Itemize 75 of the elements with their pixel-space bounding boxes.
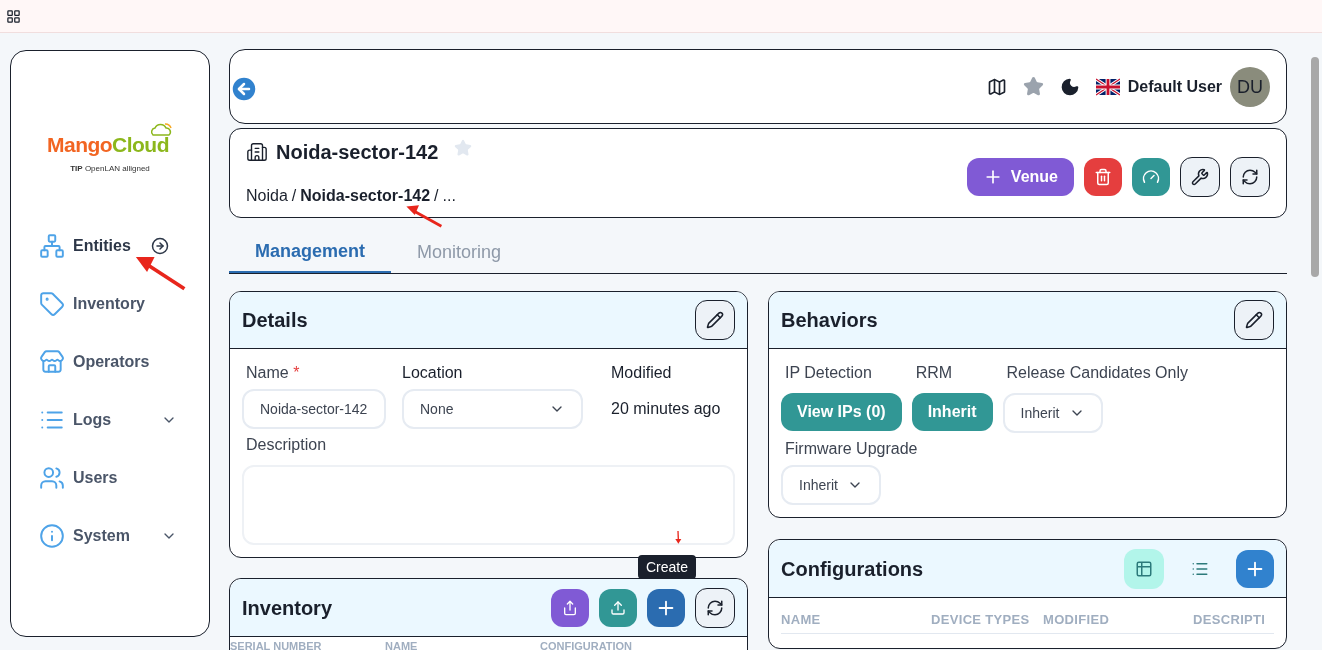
- edit-button[interactable]: [1234, 300, 1274, 340]
- user-name[interactable]: Default User: [1127, 74, 1222, 99]
- upload-button[interactable]: [599, 588, 637, 627]
- rrm-inherit-button[interactable]: Inherit: [911, 393, 993, 431]
- field-label: IP Detection: [785, 363, 873, 383]
- pencil-icon: [706, 311, 724, 329]
- edit-button[interactable]: [695, 300, 735, 340]
- field-label: Name *: [246, 363, 301, 383]
- field-label: Location: [402, 363, 464, 383]
- card-title: Configurations: [781, 556, 924, 582]
- uk-flag-icon[interactable]: [1095, 77, 1120, 96]
- arrow-right-icon[interactable]: [150, 236, 169, 255]
- card-title: Inventory: [242, 595, 333, 621]
- avatar[interactable]: DU: [1230, 66, 1270, 107]
- wrench-icon: [1191, 168, 1209, 186]
- pencil-icon: [1245, 311, 1263, 329]
- info-icon: [39, 522, 65, 549]
- tab[interactable]: Monitoring: [391, 231, 528, 273]
- tab[interactable]: Management: [229, 231, 392, 273]
- field-label: Firmware Upgrade: [785, 439, 919, 459]
- dropdown[interactable]: Inherit: [1002, 393, 1103, 433]
- dropdown[interactable]: Inherit: [781, 465, 881, 505]
- breadcrumb-separator: /: [434, 186, 439, 206]
- export-button[interactable]: [551, 588, 589, 627]
- table-icon: [1135, 559, 1153, 578]
- table-view-button[interactable]: [1124, 548, 1164, 589]
- dropdown[interactable]: None: [402, 389, 583, 429]
- card-title: Details: [242, 308, 308, 333]
- breadcrumb-item[interactable]: Noida: [246, 184, 288, 208]
- refresh-icon: [1241, 168, 1259, 186]
- breadcrumb-separator: /: [291, 186, 297, 206]
- sidebar-item[interactable]: Inventory: [39, 288, 181, 319]
- create-button[interactable]: [647, 588, 685, 627]
- building-icon: [246, 141, 268, 163]
- map-icon[interactable]: [986, 76, 1007, 97]
- trash-icon: [1094, 168, 1112, 186]
- sidebar-item[interactable]: Operators: [39, 346, 181, 377]
- entity-title: Noida-sector-142: [276, 140, 439, 165]
- dashboard-button[interactable]: [1132, 158, 1170, 196]
- store-icon: [39, 348, 65, 375]
- modified-value: 20 minutes ago: [611, 399, 722, 419]
- create-button[interactable]: [1236, 549, 1274, 588]
- sidebar-item[interactable]: Entities: [39, 230, 181, 261]
- users-icon: [39, 464, 65, 491]
- refresh-icon: [706, 598, 724, 617]
- field-label: Description: [246, 435, 328, 455]
- tooltip: Create: [638, 555, 697, 579]
- sidebar-item[interactable]: Users: [39, 462, 181, 493]
- star-icon[interactable]: [1022, 76, 1044, 97]
- breadcrumb-item: ...: [442, 186, 456, 206]
- favorite-star-icon[interactable]: [454, 139, 473, 157]
- upload-icon: [610, 599, 626, 616]
- refresh-button[interactable]: [1230, 157, 1270, 197]
- view-ips-button[interactable]: View IPs (0): [781, 393, 902, 431]
- card-title: Behaviors: [781, 308, 878, 333]
- tag-icon: [39, 290, 65, 317]
- wrench-button[interactable]: [1180, 157, 1220, 197]
- hierarchy-icon: [39, 232, 65, 259]
- logo: MangoCloud: [47, 121, 173, 161]
- delete-button[interactable]: [1084, 158, 1122, 196]
- sidebar-item[interactable]: Logs: [39, 404, 181, 435]
- field-label: RRM: [915, 363, 954, 383]
- apps-grid-icon[interactable]: [6, 8, 21, 24]
- sidebar-item[interactable]: System: [39, 520, 181, 551]
- name-field[interactable]: Noida-sector-142: [242, 389, 386, 429]
- gauge-icon: [1142, 168, 1160, 186]
- logo-tagline: TIP OpenLAN alligned: [70, 162, 150, 175]
- share-icon: [562, 599, 578, 616]
- moon-icon[interactable]: [1059, 76, 1080, 97]
- add-venue-button[interactable]: Venue: [966, 158, 1074, 196]
- field-label: Modified: [611, 363, 673, 383]
- field-label: Release Candidates Only: [1006, 363, 1188, 383]
- refresh-button[interactable]: [695, 587, 735, 628]
- breadcrumb-item: Noida-sector-142: [300, 186, 431, 206]
- description-field[interactable]: [242, 465, 735, 545]
